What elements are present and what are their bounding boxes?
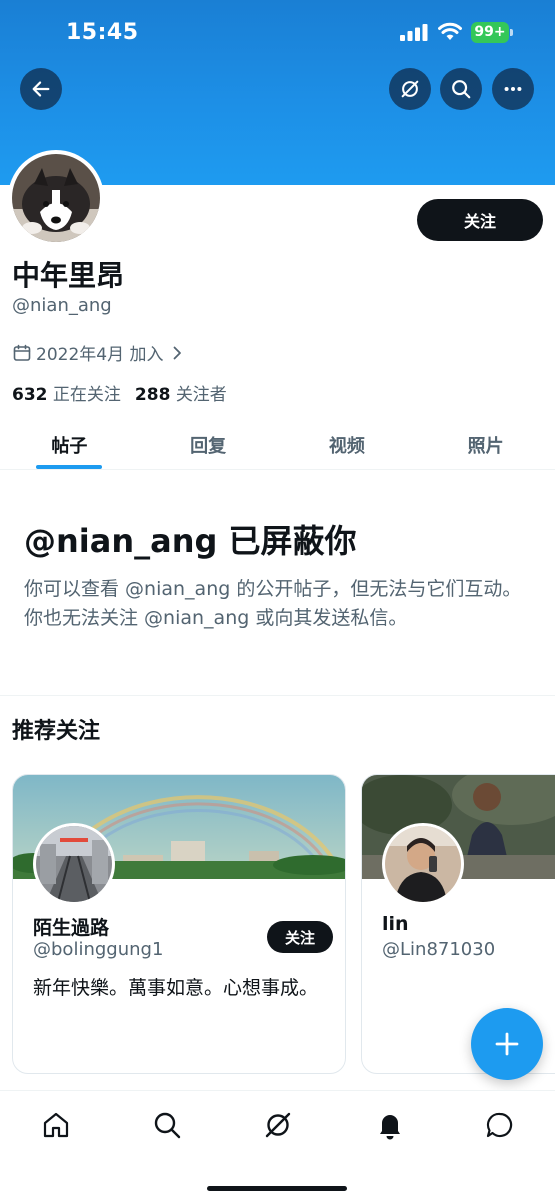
following-stat[interactable]: 632 正在关注 bbox=[12, 380, 121, 405]
card-avatar bbox=[382, 823, 464, 905]
home-icon[interactable] bbox=[40, 1109, 72, 1141]
slash-circle-icon bbox=[401, 80, 419, 98]
joined-date[interactable]: 2022年4月 加入 bbox=[12, 340, 187, 365]
status-bar: 15:45 99+ bbox=[0, 0, 555, 64]
card-handle: @Lin871030 bbox=[382, 939, 496, 960]
more-button[interactable] bbox=[492, 68, 534, 110]
followers-label: 关注者 bbox=[175, 385, 227, 405]
tab-posts[interactable]: 帖子 bbox=[0, 420, 139, 469]
tab-photos[interactable]: 照片 bbox=[416, 420, 555, 469]
grok-button[interactable] bbox=[389, 68, 431, 110]
card-name: lin bbox=[382, 913, 409, 935]
following-count: 632 bbox=[12, 385, 48, 405]
recommendations-title: 推荐关注 bbox=[12, 719, 101, 744]
back-button[interactable] bbox=[20, 68, 62, 110]
slash-circle-icon[interactable] bbox=[262, 1109, 294, 1141]
followers-count: 288 bbox=[134, 385, 171, 405]
messages-icon[interactable] bbox=[484, 1109, 516, 1141]
battery-indicator: 99+ bbox=[471, 22, 509, 43]
bell-icon[interactable] bbox=[374, 1109, 406, 1141]
blocked-title: @nian_ang 已屏蔽你 bbox=[24, 522, 357, 560]
card-bio: 新年快樂。萬事如意。心想事成。 bbox=[33, 977, 319, 999]
plus-icon bbox=[495, 1032, 519, 1056]
follow-button[interactable]: 关注 bbox=[417, 199, 543, 241]
avatar bbox=[12, 154, 100, 242]
profile-tabs: 帖子 回复 视频 照片 bbox=[0, 420, 555, 470]
arrow-left-icon bbox=[32, 81, 50, 97]
wifi-icon bbox=[438, 22, 462, 40]
card-avatar bbox=[33, 823, 115, 905]
chevron-right-icon bbox=[174, 346, 182, 359]
section-divider bbox=[0, 695, 555, 696]
status-time: 15:45 bbox=[66, 20, 139, 45]
card-handle: @bolinggung1 bbox=[33, 939, 164, 960]
signal-icon bbox=[400, 24, 428, 41]
more-icon bbox=[504, 86, 522, 92]
search-icon bbox=[452, 80, 471, 99]
followers-stat[interactable]: 288 关注者 bbox=[135, 380, 227, 405]
recommendation-card[interactable]: 陌生過路 @bolinggung1 关注 新年快樂。萬事如意。心想事成。 bbox=[12, 774, 346, 1074]
tab-videos[interactable]: 视频 bbox=[278, 420, 417, 469]
battery-tip bbox=[510, 29, 513, 36]
display-name: 中年里昂 bbox=[12, 259, 125, 292]
following-label: 正在关注 bbox=[52, 385, 121, 405]
card-follow-button[interactable]: 关注 bbox=[267, 921, 333, 953]
search-button[interactable] bbox=[440, 68, 482, 110]
profile-handle: @nian_ang bbox=[12, 295, 112, 316]
card-name: 陌生過路 bbox=[33, 917, 110, 939]
joined-label: 2022年4月 加入 bbox=[36, 345, 164, 365]
compose-button[interactable] bbox=[471, 1008, 543, 1080]
bottom-nav bbox=[0, 1090, 555, 1200]
search-icon[interactable] bbox=[151, 1109, 183, 1141]
calendar-icon bbox=[13, 344, 31, 361]
tab-replies[interactable]: 回复 bbox=[139, 420, 278, 469]
profile-avatar[interactable] bbox=[8, 150, 104, 246]
home-indicator bbox=[207, 1186, 347, 1191]
follow-stats: 632 正在关注 288 关注者 bbox=[12, 380, 227, 405]
blocked-message: 你可以查看 @nian_ang 的公开帖子，但无法与它们互动。你也无法关注 @n… bbox=[24, 578, 522, 629]
